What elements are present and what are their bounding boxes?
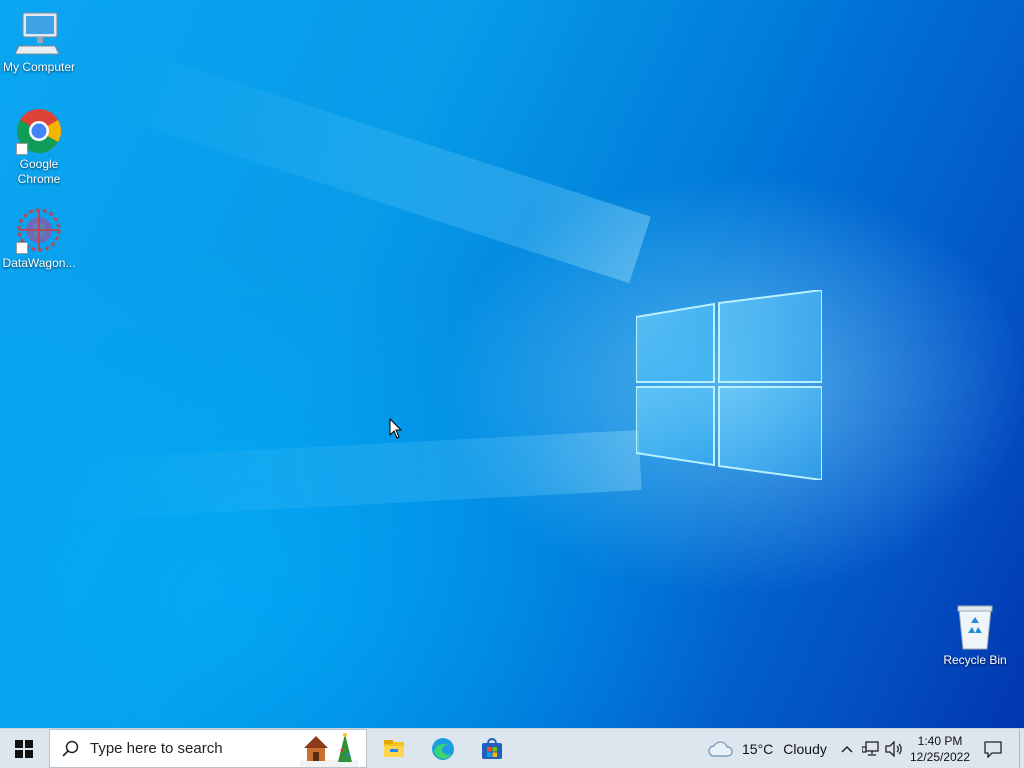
windows-logo [636,290,822,480]
shortcut-arrow-icon [16,242,28,254]
desktop-icon-datawagon[interactable]: DataWagon... [0,206,78,271]
taskbar-file-explorer[interactable] [370,729,418,768]
taskbar: Type here to search 15°C Cloudy 1:40 PM … [0,728,1024,768]
taskbar-store[interactable] [468,729,516,768]
weather-condition: Cloudy [783,740,827,757]
weather-temperature: 15°C [742,740,774,757]
taskbar-edge[interactable] [419,729,467,768]
windows-start-icon [15,739,33,758]
desktop-icon-recycle-bin[interactable]: Recycle Bin [936,603,1014,668]
chrome-icon [15,107,63,155]
wallpaper-light-beam [59,430,642,521]
speaker-icon [885,740,902,757]
taskbar-clock[interactable]: 1:40 PM 12/25/2022 [905,729,975,768]
clock-time: 1:40 PM [917,733,963,748]
file-explorer-icon [384,739,404,757]
recycle-bin-icon [951,603,999,651]
cloud-icon [708,740,733,757]
show-desktop-button[interactable] [1019,729,1024,768]
start-button[interactable] [0,729,48,768]
chevron-up-icon [841,745,853,753]
wallpaper-light-beam [96,43,651,284]
datawagon-icon [15,206,63,254]
desktop-icon-label: Recycle Bin [943,653,1007,667]
notifications-button[interactable] [978,729,1008,768]
desktop-icon-label: Google Chrome [17,157,61,186]
volume-button[interactable] [883,729,905,768]
desktop-icon-label: My Computer [2,60,76,74]
desktop[interactable]: My Computer Google Chrome DataWagon... R… [0,0,1024,728]
desktop-icon-google-chrome[interactable]: Google Chrome [0,107,78,187]
desktop-icon-label: DataWagon... [2,256,76,270]
desktop-icon-my-computer[interactable]: My Computer [0,10,78,75]
search-icon [62,740,79,757]
weather-widget[interactable]: 15°C Cloudy [708,729,830,768]
edge-icon [432,737,454,760]
holiday-decoration-icon [300,733,358,767]
network-icon [862,740,879,756]
network-button[interactable] [860,729,882,768]
notification-icon [984,740,1002,758]
store-icon [482,737,502,759]
clock-date: 12/25/2022 [909,749,971,764]
show-hidden-icons-button[interactable] [837,729,857,768]
mouse-cursor-icon [389,418,403,439]
taskbar-search-box[interactable]: Type here to search [49,729,367,768]
computer-icon [14,10,63,58]
shortcut-arrow-icon [16,143,28,155]
search-placeholder: Type here to search [90,740,223,757]
